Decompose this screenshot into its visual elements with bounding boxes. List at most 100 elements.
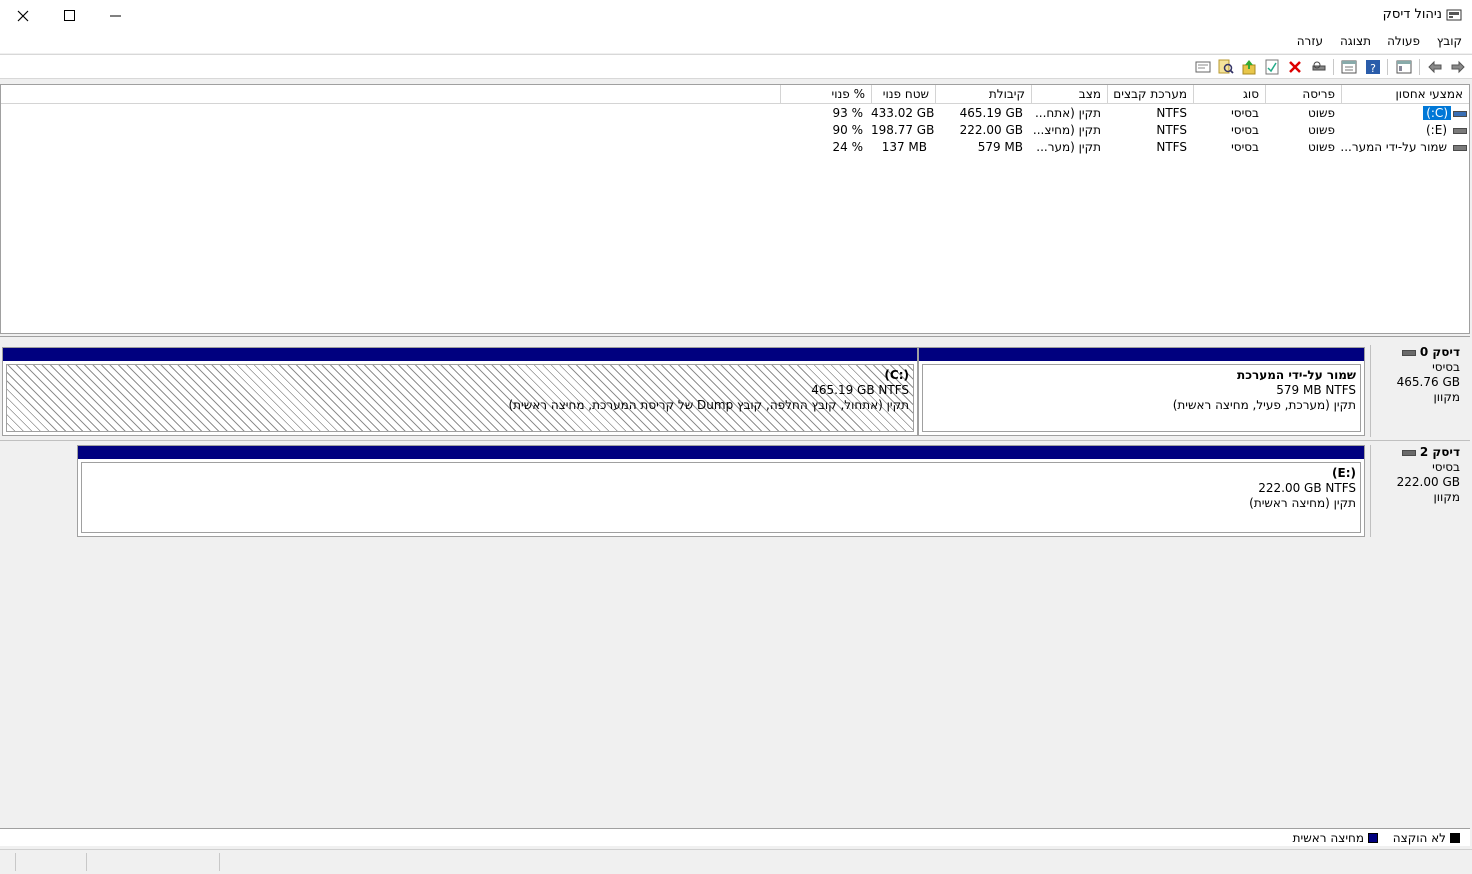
partition-system-reserved[interactable]: שמור על-ידי המערכת 579 MB NTFS תקין (מער…	[918, 347, 1365, 436]
menu-file[interactable]: קובץ	[1437, 34, 1462, 48]
volume-status: תקין (אתח...	[1034, 106, 1101, 120]
disk-graphical-view: דיסק 0 בסיסי 465.76 GB מקוון שמור על-ידי…	[0, 336, 1470, 828]
col-layout[interactable]: פריסה	[1265, 85, 1341, 104]
volume-layout: פשוט	[1307, 140, 1335, 154]
maximize-button[interactable]	[46, 0, 92, 31]
connect-button[interactable]	[1310, 58, 1328, 76]
volume-name: (E:)	[1425, 123, 1447, 137]
disk-2-name: דיסק 2	[1419, 445, 1460, 459]
forward-arrow-icon	[1451, 60, 1465, 74]
search-icon	[1218, 59, 1234, 74]
toolbar: ?	[0, 54, 1472, 79]
settings-button[interactable]	[1194, 58, 1212, 76]
volume-list: אמצעי אחסון פריסה סוג מערכת קבצים מצב קי…	[0, 84, 1470, 334]
partition-details: שמור על-ידי המערכת 579 MB NTFS תקין (מער…	[922, 364, 1361, 432]
legend-label: לא הוקצה	[1392, 831, 1446, 845]
maximize-icon	[63, 10, 75, 21]
partition-size-fs: 465.19 GB NTFS	[811, 383, 909, 397]
disk-2-state: מקוון	[1433, 490, 1460, 504]
settings-icon	[1195, 61, 1211, 73]
import-button[interactable]	[1240, 58, 1258, 76]
delete-button[interactable]	[1286, 58, 1304, 76]
partition-title: (C:)	[884, 368, 909, 382]
check-icon	[1265, 59, 1279, 75]
col-type[interactable]: סוג	[1193, 85, 1265, 104]
partition-c[interactable]: (C:) 465.19 GB NTFS תקין (אתחול, קובץ הח…	[2, 347, 918, 436]
col-capacity[interactable]: קיבולת	[935, 85, 1031, 104]
forward-button[interactable]	[1449, 58, 1467, 76]
legend-unallocated: לא הוקצה	[1393, 831, 1460, 845]
volume-icon	[1453, 110, 1467, 117]
back-arrow-icon	[1428, 60, 1442, 74]
disk-icon	[1401, 349, 1416, 356]
svg-text:?: ?	[1370, 62, 1376, 75]
col-free-space[interactable]: שטח פנוי	[871, 85, 935, 104]
properties-icon	[1341, 60, 1357, 74]
partition-status: תקין (מערכת, פעיל, מחיצה ראשית)	[1172, 398, 1356, 412]
help-icon: ?	[1366, 60, 1380, 75]
disk-icon	[1401, 449, 1416, 456]
status-bar	[0, 849, 1472, 874]
back-button[interactable]	[1426, 58, 1444, 76]
col-status[interactable]: מצב	[1031, 85, 1107, 104]
disk-2-size: 222.00 GB	[1396, 475, 1460, 489]
partition-size-fs: 222.00 GB NTFS	[1258, 481, 1356, 495]
menu-help[interactable]: עזרה	[1297, 34, 1323, 48]
close-button[interactable]	[0, 0, 46, 31]
col-percent-free[interactable]: % פנוי	[780, 85, 871, 104]
volume-filesystem: NTFS	[1156, 123, 1187, 137]
partition-title: (E:)	[1332, 466, 1356, 480]
col-volume[interactable]: אמצעי אחסון	[1341, 85, 1469, 104]
disk-0-label[interactable]: דיסק 0 בסיסי 465.76 GB מקוון	[1370, 345, 1470, 437]
volume-layout: פשוט	[1307, 123, 1335, 137]
partition-e[interactable]: (E:) 222.00 GB NTFS תקין (מחיצה ראשית)	[77, 445, 1365, 537]
primary-partition-bar	[3, 348, 917, 361]
title-bar: ניהול דיסק	[0, 0, 1472, 31]
volume-free: 433.02 GB	[871, 106, 935, 120]
partition-status: תקין (אתחול, קובץ החלפה, קובץ Dump של קר…	[508, 398, 909, 412]
legend-swatch	[1368, 833, 1378, 843]
volume-capacity: 465.19 GB	[959, 106, 1023, 120]
disk-0-size: 465.76 GB	[1396, 375, 1460, 389]
console-tree-button[interactable]	[1395, 58, 1413, 76]
show-hide-console-tree-icon	[1396, 60, 1412, 74]
col-filesystem[interactable]: מערכת קבצים	[1107, 85, 1193, 104]
volume-status: תקין (מער...	[1036, 140, 1101, 154]
volume-capacity: 222.00 GB	[959, 123, 1023, 137]
partition-title: שמור על-ידי המערכת	[1237, 368, 1356, 382]
volume-filesystem: NTFS	[1156, 106, 1187, 120]
partition-details: (E:) 222.00 GB NTFS תקין (מחיצה ראשית)	[81, 462, 1361, 533]
search-button[interactable]	[1217, 58, 1235, 76]
disk-2-label[interactable]: דיסק 2 בסיסי 222.00 GB מקוון	[1370, 445, 1470, 537]
legend-swatch	[1450, 833, 1460, 843]
volume-icon	[1453, 144, 1467, 151]
volume-status: תקין (מחיצ...	[1032, 123, 1101, 137]
disk-0-name: דיסק 0	[1419, 345, 1460, 359]
volume-type: בסיסי	[1231, 123, 1259, 137]
volume-pct: 24 %	[832, 140, 864, 154]
table-row[interactable]: (E:) פשוט בסיסי NTFS תקין (מחיצ... 222.0…	[1, 122, 1469, 139]
volume-list-header: אמצעי אחסון פריסה סוג מערכת קבצים מצב קי…	[1, 85, 1469, 104]
table-row[interactable]: שמור על-ידי המער... פשוט בסיסי NTFS תקין…	[1, 139, 1469, 156]
volume-free: 198.77 GB	[871, 123, 935, 137]
partition-details: (C:) 465.19 GB NTFS תקין (אתחול, קובץ הח…	[6, 364, 914, 432]
disk-0-title: דיסק 0	[1371, 345, 1460, 360]
legend: לא הוקצה מחיצה ראשית	[0, 828, 1470, 846]
disk-0-state: מקוון	[1433, 390, 1460, 404]
help-button[interactable]: ?	[1364, 58, 1382, 76]
check-button[interactable]	[1263, 58, 1281, 76]
volume-pct: 93 %	[832, 106, 864, 120]
disk-management-icon	[1446, 9, 1462, 21]
minimize-button[interactable]	[92, 0, 138, 31]
delete-icon	[1289, 61, 1301, 73]
volume-type: בסיסי	[1231, 140, 1259, 154]
properties-button[interactable]	[1340, 58, 1358, 76]
menu-view[interactable]: תצוגה	[1340, 34, 1371, 48]
volume-filesystem: NTFS	[1156, 140, 1187, 154]
table-row[interactable]: (C:) פשוט בסיסי NTFS תקין (אתח... 465.19…	[1, 105, 1469, 122]
import-icon	[1242, 60, 1256, 75]
volume-name: שמור על-ידי המער...	[1341, 140, 1447, 154]
menu-action[interactable]: פעולה	[1387, 34, 1420, 48]
volume-layout: פשוט	[1307, 106, 1335, 120]
legend-primary: מחיצה ראשית	[1293, 831, 1378, 845]
